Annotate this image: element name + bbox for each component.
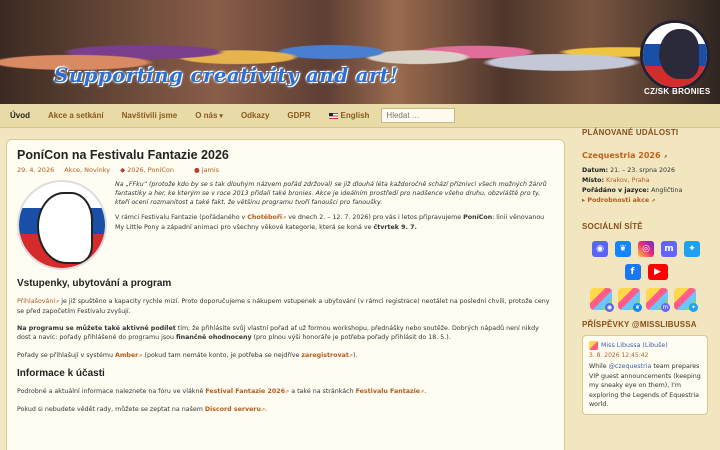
- search-input[interactable]: [381, 108, 456, 123]
- discord-icon[interactable]: ◉: [592, 241, 608, 258]
- pony-silhouette-icon: [659, 29, 699, 79]
- festival-link[interactable]: Festivalu Fantazie: [356, 388, 420, 395]
- event-link[interactable]: Czequestria 2026 ⇗: [582, 151, 714, 160]
- intro-paragraph: Na „FFku“ (protože kdo by se s tak dlouh…: [115, 181, 547, 207]
- pony-head-icon: [37, 192, 93, 264]
- instagram-icon[interactable]: ◎: [638, 241, 654, 258]
- author-avatar: [589, 341, 598, 351]
- registration-link[interactable]: Přihlašování: [17, 298, 55, 305]
- nav-gdpr[interactable]: GDPR: [287, 111, 310, 120]
- nav-home[interactable]: Úvod: [10, 111, 30, 120]
- mastodon-icon[interactable]: m: [661, 241, 677, 258]
- event-date: Datum: 21. – 23. srpna 2026: [582, 167, 676, 174]
- article-author[interactable]: jamis: [202, 166, 219, 174]
- nav-visited[interactable]: Navštívili jsme: [122, 111, 178, 120]
- post-card: Miss Libussa (Libuše) 3. 8. 2026 12:45:4…: [582, 335, 708, 416]
- event-place: Místo: Krakov, Praha: [582, 176, 650, 184]
- article-date[interactable]: 29. 4. 2026: [17, 166, 54, 174]
- events-heading: PLÁNOVANÉ UDÁLOSTI: [582, 128, 679, 137]
- event-language: Pořádáno v jazyce: Angličtina: [582, 186, 683, 194]
- article-categories[interactable]: Akce, Novinky: [64, 166, 110, 174]
- article-card: PoníCon na Festivalu Fantazie 2026 29. 4…: [6, 139, 565, 450]
- uk-flag-icon: [328, 112, 338, 119]
- social-links: ◉ ❦ ◎ m ✦ f ▶: [590, 241, 702, 281]
- tag-icon: ◆: [120, 166, 126, 174]
- forum-thread-link[interactable]: Festival Fantazie 2026: [205, 388, 285, 395]
- nav-english[interactable]: English: [328, 111, 369, 120]
- chotebor-link[interactable]: Chotěboři: [247, 214, 282, 221]
- pony-twitter-icon[interactable]: ✦: [674, 288, 698, 313]
- place-link[interactable]: Krakov, Praha: [606, 177, 650, 184]
- article-tags[interactable]: 2026, PoníCon: [127, 166, 174, 174]
- event-details-link[interactable]: ▸ Podrobnosti akce ⇗: [582, 197, 714, 204]
- youtube-icon[interactable]: ▶: [647, 264, 668, 281]
- banner-photo: [0, 0, 720, 104]
- header-banner: Supporting creativity and art! CZ/SK BRO…: [0, 0, 720, 104]
- twitter-icon[interactable]: ✦: [684, 241, 700, 258]
- banner-slogan: Supporting creativity and art!: [54, 63, 399, 87]
- sidebar: PLÁNOVANÉ UDÁLOSTI Czequestria 2026 ⇗ Da…: [582, 128, 714, 416]
- post-date[interactable]: 3. 8. 2026 12:45:42: [589, 352, 701, 359]
- article-intro: Na „FFku“ (protože kdo by se s tak dlouh…: [17, 180, 554, 270]
- pony-mastodon-icon[interactable]: m: [646, 288, 670, 313]
- intro-paragraph-2: V rámci Festivalu Fantazie (pořádaného v…: [115, 214, 545, 231]
- program-paragraph: Na programu se můžete také aktivně podíl…: [17, 324, 539, 342]
- discord-paragraph: Pokud si nebudete vědět rady, můžete se …: [17, 405, 268, 413]
- posts-heading: PŘÍSPĚVKY @MISSLIBUSSA: [582, 320, 697, 330]
- facebook-icon[interactable]: f: [624, 264, 641, 281]
- article-thumbnail: [17, 180, 107, 270]
- external-link-icon: ⇗: [663, 154, 668, 160]
- info-paragraph: Podrobné a aktuální informace naleznete …: [17, 388, 427, 396]
- nav-links[interactable]: Odkazy: [241, 111, 269, 120]
- bluesky-icon[interactable]: ❦: [615, 241, 631, 258]
- register-link[interactable]: zaregistrovat: [301, 352, 349, 359]
- site-logo[interactable]: [640, 20, 710, 90]
- amber-link[interactable]: Amber: [115, 352, 138, 359]
- mention-link[interactable]: @czequestria: [609, 363, 652, 370]
- pony-bluesky-icon[interactable]: ❦: [618, 288, 642, 313]
- post-body: While @czequestria team prepares VIP gue…: [589, 363, 701, 408]
- amber-paragraph: Pořady se přihlašují v systému Amber⇗ (p…: [17, 351, 358, 359]
- article-title[interactable]: PoníCon na Festivalu Fantazie 2026: [17, 148, 554, 162]
- nav-events[interactable]: Akce a setkání: [48, 111, 104, 120]
- article-meta: 29. 4. 2026 Akce, Novinky ◆ 2026, PoníCon…: [17, 166, 554, 174]
- nav-about[interactable]: O nás ▾: [195, 111, 223, 120]
- social-heading: SOCIÁLNÍ SÍTĚ: [582, 222, 643, 232]
- pony-social-links: ◉ ❦ m ✦: [590, 288, 714, 313]
- logo-text: CZ/SK BRONIES: [644, 87, 711, 96]
- registration-paragraph: Přihlašování⇗ je již spuštěno a kapacity…: [17, 298, 550, 315]
- section-heading-tickets: Vstupenky, ubytování a program: [17, 278, 172, 289]
- main-navigation: Úvod Akce a setkání Navštívili jsme O ná…: [0, 104, 720, 128]
- chevron-down-icon: ▾: [219, 112, 223, 120]
- post-author[interactable]: Miss Libussa (Libuše): [589, 341, 701, 351]
- discord-server-link[interactable]: Discord serveru: [205, 406, 261, 413]
- pony-discord-icon[interactable]: ◉: [590, 288, 614, 313]
- section-heading-info: Informace k účasti: [17, 368, 105, 380]
- user-icon: ●: [194, 166, 200, 174]
